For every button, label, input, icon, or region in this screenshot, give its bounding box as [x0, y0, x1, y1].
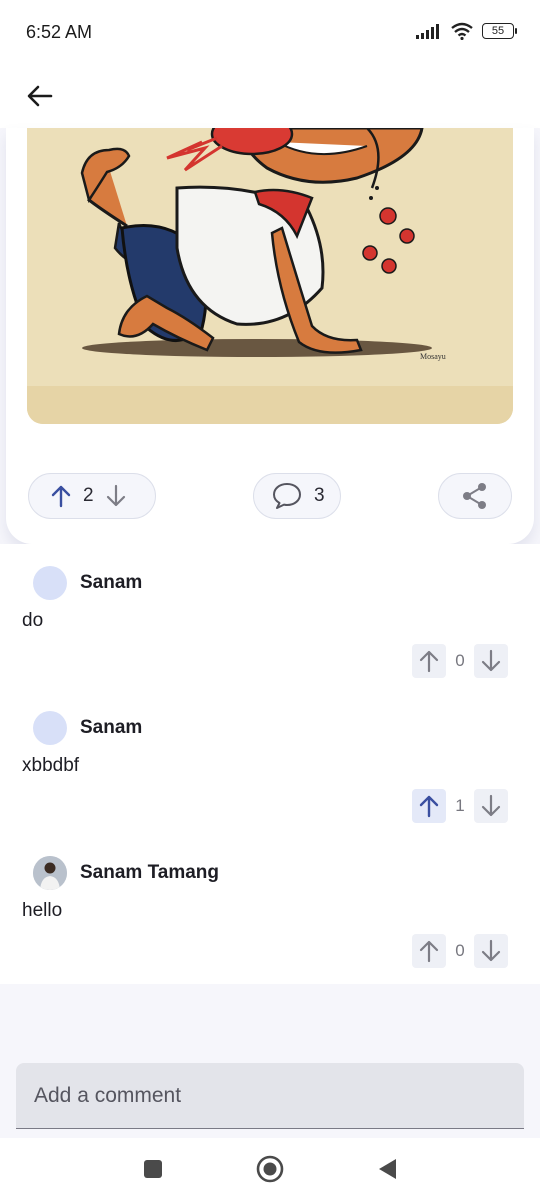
- comments-button[interactable]: 3: [253, 473, 341, 519]
- post-vote-pill: 2: [28, 473, 156, 519]
- wifi-icon: [451, 22, 473, 40]
- comment-author[interactable]: Sanam Tamang: [80, 862, 219, 884]
- upvote-icon[interactable]: [49, 484, 73, 508]
- comment-bubble-icon: [273, 483, 301, 509]
- upvote-icon: [419, 650, 439, 673]
- share-button[interactable]: [438, 473, 512, 519]
- home-button[interactable]: [253, 1152, 287, 1186]
- battery-level: 55: [491, 25, 505, 37]
- comment-vote-count: 0: [455, 651, 465, 670]
- comment-item: Sanam do 0: [0, 544, 540, 689]
- status-time: 6:52 AM: [26, 22, 93, 42]
- avatar[interactable]: [33, 856, 67, 890]
- comment-item: Sanam Tamang hello 0: [0, 834, 540, 979]
- downvote-button[interactable]: [474, 934, 508, 968]
- downvote-icon[interactable]: [104, 484, 128, 508]
- comment-vote-box: 1: [412, 789, 508, 823]
- comment-vote-count: 0: [455, 941, 465, 960]
- downvote-icon: [481, 794, 501, 817]
- nav-back-button[interactable]: [370, 1152, 404, 1186]
- comment-text: xbbdbf: [22, 755, 80, 776]
- battery-icon: 55: [482, 23, 517, 39]
- home-circle-icon: [256, 1155, 284, 1183]
- app-bar: [0, 66, 540, 128]
- comment-author[interactable]: Sanam: [80, 572, 142, 594]
- post-card: Mosayu 2 3: [6, 128, 534, 544]
- comments-count: 3: [314, 485, 325, 506]
- upvote-button[interactable]: [412, 934, 446, 968]
- avatar[interactable]: [33, 566, 67, 600]
- comment-vote-box: 0: [412, 644, 508, 678]
- downvote-icon: [481, 939, 501, 962]
- avatar[interactable]: [33, 711, 67, 745]
- comment-author[interactable]: Sanam: [80, 717, 142, 739]
- user-photo-icon: [33, 856, 67, 890]
- arrow-left-icon: [27, 85, 53, 107]
- downvote-button[interactable]: [474, 644, 508, 678]
- post-image[interactable]: Mosayu: [27, 128, 513, 424]
- comments-list: Sanam do 0 Sanam xbbdbf 1 Sanam Tamang h…: [0, 544, 540, 984]
- cartoon-illustration: Mosayu: [27, 128, 513, 424]
- comment-input[interactable]: [16, 1063, 524, 1129]
- comment-input-area: [0, 1052, 540, 1138]
- comment-vote-box: 0: [412, 934, 508, 968]
- back-button[interactable]: [20, 76, 60, 116]
- system-nav-bar: [0, 1138, 540, 1200]
- post-vote-count: 2: [83, 485, 94, 506]
- upvote-button[interactable]: [412, 644, 446, 678]
- share-icon: [463, 483, 486, 509]
- downvote-icon: [481, 649, 501, 672]
- comment-vote-count: 1: [455, 796, 465, 815]
- square-icon: [144, 1160, 162, 1178]
- comment-text: hello: [22, 900, 63, 921]
- triangle-back-icon: [379, 1159, 396, 1179]
- signal-icon: [416, 24, 439, 39]
- comment-item: Sanam xbbdbf 1: [0, 689, 540, 834]
- image-signature: Mosayu: [420, 352, 446, 361]
- status-bar: 6:52 AM 55: [0, 0, 540, 66]
- upvote-icon: [419, 940, 439, 963]
- recents-button[interactable]: [136, 1152, 170, 1186]
- upvote-icon: [419, 795, 439, 818]
- status-icons: 55: [416, 22, 517, 40]
- upvote-button[interactable]: [412, 789, 446, 823]
- comment-text: do: [22, 610, 44, 631]
- downvote-button[interactable]: [474, 789, 508, 823]
